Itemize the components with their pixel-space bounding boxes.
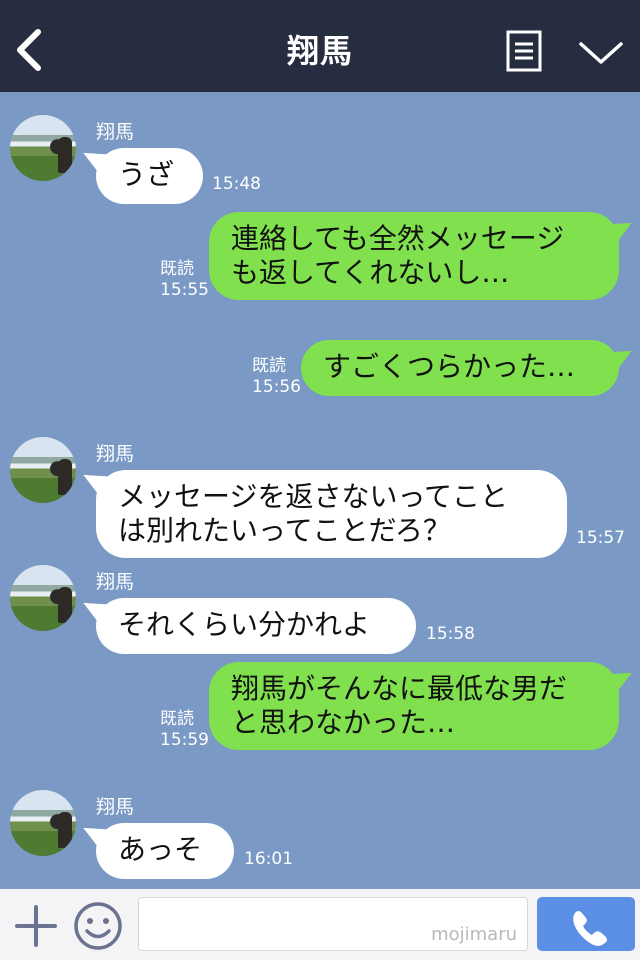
message-time: 15:56 (252, 377, 301, 397)
sender-name: 翔馬 (96, 571, 135, 593)
plus-icon[interactable] (14, 904, 58, 948)
sender-name: 翔馬 (96, 443, 135, 465)
call-button[interactable] (537, 897, 635, 951)
message-input[interactable]: mojimaru (138, 897, 528, 951)
chat-area[interactable]: 翔馬 うざ 15:48 既読 15:55 連絡しても全然メッセージ も返してくれ… (0, 92, 640, 889)
watermark-text: mojimaru (431, 924, 517, 945)
message-bubble-outgoing[interactable]: 翔馬がそんなに最低な男だ と思わなかった… (209, 662, 619, 750)
message-bubble-incoming[interactable]: あっそ (96, 823, 234, 879)
message-time: 15:57 (576, 528, 625, 548)
smiley-icon[interactable] (72, 900, 124, 952)
menu-list-icon[interactable] (506, 30, 542, 72)
message-bubble-incoming[interactable]: うざ (96, 148, 203, 204)
chat-header: 翔馬 (0, 0, 640, 92)
read-status: 既読 (252, 356, 286, 376)
phone-icon (573, 911, 607, 946)
avatar[interactable] (10, 115, 76, 181)
avatar[interactable] (10, 790, 76, 856)
sender-name: 翔馬 (96, 796, 135, 818)
message-bubble-incoming[interactable]: メッセージを返さないってこと は別れたいってことだろ？ (96, 470, 567, 558)
avatar[interactable] (10, 437, 76, 503)
chat-title: 翔馬 (286, 32, 353, 70)
sender-name: 翔馬 (96, 121, 135, 143)
message-time: 15:58 (426, 624, 475, 644)
read-status: 既読 (160, 259, 194, 279)
message-time: 15:59 (160, 730, 209, 750)
message-bubble-incoming[interactable]: それくらい分かれよ (96, 598, 416, 654)
message-time: 16:01 (244, 849, 293, 869)
avatar[interactable] (10, 565, 76, 631)
message-bubble-outgoing[interactable]: すごくつらかった… (301, 340, 619, 396)
message-time: 15:48 (212, 174, 261, 194)
message-bubble-outgoing[interactable]: 連絡しても全然メッセージ も返してくれないし… (209, 212, 619, 300)
message-time: 15:55 (160, 280, 209, 300)
read-status: 既読 (160, 709, 194, 729)
chevron-down-icon[interactable] (578, 38, 624, 68)
